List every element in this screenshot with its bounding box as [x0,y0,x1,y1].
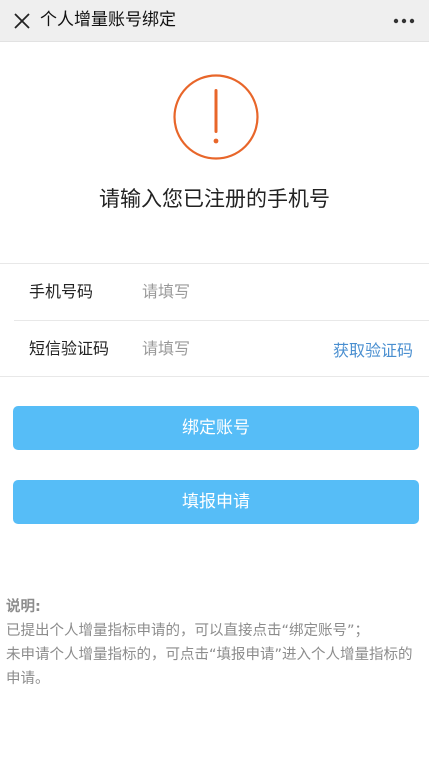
page-title: 个人增量账号绑定 [40,10,176,30]
apply-button[interactable]: 填报申请 [13,480,419,524]
close-button[interactable] [6,5,38,37]
instruction-heading: 请输入您已注册的手机号 [99,187,330,211]
sms-label: 短信验证码 [29,339,110,358]
sms-code-input[interactable] [142,334,322,362]
note-line-2: 未申请个人增量指标的，可点击“填报申请”进入个人增量指标的申请。 [6,647,413,687]
note-line-1: 已提出个人增量指标申请的，可以直接点击“绑定账号”； [6,623,370,639]
bind-form: 手机号码 短信验证码 获取验证码 [0,263,429,377]
bind-account-button[interactable]: 绑定账号 [13,406,419,450]
exclamation-circle-icon [173,74,259,160]
get-code-link[interactable]: 获取验证码 [333,340,413,362]
sms-row: 短信验证码 获取验证码 [14,320,429,376]
phone-row: 手机号码 [0,264,429,320]
note-title: 说明: [6,599,41,615]
phone-label: 手机号码 [29,282,94,301]
close-icon [14,13,30,29]
more-icon [393,18,415,24]
title-bar: 个人增量账号绑定 [0,0,429,42]
more-button[interactable] [387,5,421,37]
note-section: 说明: 已提出个人增量指标申请的，可以直接点击“绑定账号”； 未申请个人增量指标… [6,595,421,691]
alert-icon-wrap [172,73,260,161]
phone-input[interactable] [142,277,402,305]
